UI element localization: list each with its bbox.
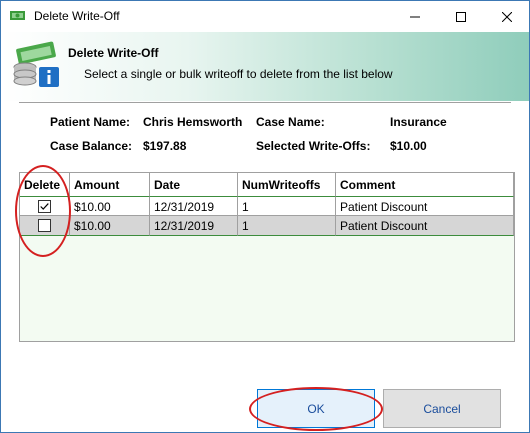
annotation-circle-delete-column [15, 165, 71, 257]
date-cell: 12/31/2019 [150, 196, 238, 216]
annotation-circle-ok-button [249, 387, 383, 431]
close-icon [502, 11, 512, 22]
date-cell: 12/31/2019 [150, 216, 238, 236]
maximize-button[interactable] [438, 1, 484, 32]
column-header-date[interactable]: Date [150, 173, 238, 197]
table-row[interactable]: $10.00 12/31/2019 1 Patient Discount [20, 216, 514, 236]
numwriteoffs-cell: 1 [238, 216, 336, 236]
comment-cell: Patient Discount [336, 196, 514, 216]
patient-name-value: Chris Hemsworth [143, 115, 243, 129]
amount-cell: $10.00 [70, 216, 150, 236]
maximize-icon [456, 11, 466, 22]
window-title: Delete Write-Off [34, 9, 120, 23]
case-name-label: Case Name: [256, 115, 325, 129]
column-header-comment[interactable]: Comment [336, 173, 514, 197]
case-balance-label: Case Balance: [50, 139, 133, 153]
header-banner: Delete Write-Off Select a single or bulk… [2, 32, 529, 101]
selected-writeoffs-value: $10.00 [390, 139, 427, 153]
patient-name-label: Patient Name: [50, 115, 131, 129]
case-name-value: Insurance [390, 115, 447, 129]
money-info-icon [13, 41, 59, 87]
money-app-icon [10, 11, 25, 20]
minimize-button[interactable] [392, 1, 438, 32]
close-button[interactable] [484, 1, 530, 32]
comment-cell: Patient Discount [336, 216, 514, 236]
minimize-icon [410, 16, 420, 17]
amount-cell: $10.00 [70, 196, 150, 216]
numwriteoffs-cell: 1 [238, 196, 336, 216]
banner-subtitle: Select a single or bulk writeoff to dele… [84, 67, 393, 81]
title-bar[interactable]: Delete Write-Off [1, 1, 529, 32]
case-balance-value: $197.88 [143, 139, 187, 153]
column-header-numwriteoffs[interactable]: NumWriteoffs [238, 173, 336, 197]
column-header-amount[interactable]: Amount [70, 173, 150, 197]
grid-header: Delete Amount Date NumWriteoffs Comment [20, 173, 514, 197]
writeoff-grid[interactable]: Delete Amount Date NumWriteoffs Comment … [19, 172, 515, 342]
cancel-button[interactable]: Cancel [383, 389, 501, 428]
selected-writeoffs-label: Selected Write-Offs: [256, 139, 371, 153]
banner-title: Delete Write-Off [68, 46, 159, 60]
separator [19, 102, 511, 103]
table-row[interactable]: $10.00 12/31/2019 1 Patient Discount [20, 196, 514, 216]
delete-writeoff-dialog: Delete Write-Off Delete Write-Off Select… [0, 0, 530, 433]
